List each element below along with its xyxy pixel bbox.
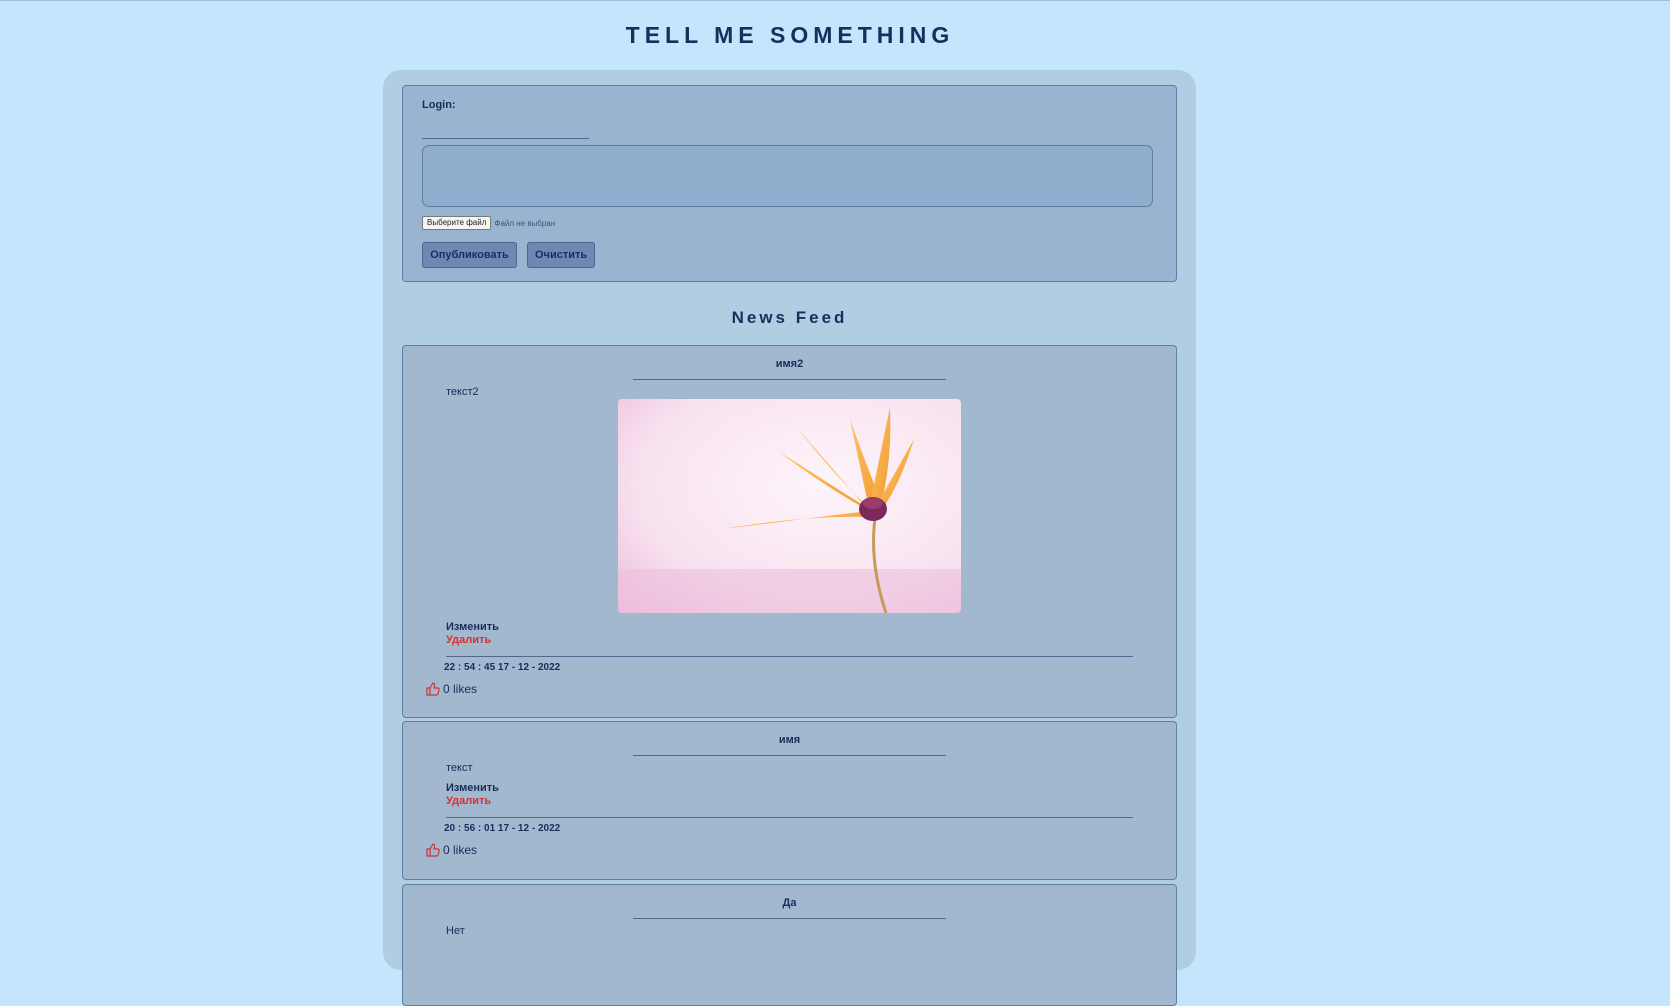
- post-image: [618, 399, 961, 613]
- post-author: имя: [778, 734, 801, 746]
- file-status: Файл не выбран: [494, 218, 556, 228]
- post-text-input[interactable]: [422, 145, 1153, 207]
- site-title: TELL ME SOMETHING: [625, 22, 955, 48]
- clear-button[interactable]: Очистить: [527, 242, 595, 268]
- author-divider: [633, 379, 946, 380]
- main-panel: Login: Выберите файл Файл не выбран Опуб…: [383, 70, 1196, 1006]
- like-count: 0 likes: [443, 682, 478, 696]
- login-input[interactable]: [422, 120, 589, 139]
- post-date: 20 : 56 : 01 17 - 12 - 2022: [444, 823, 561, 834]
- like-row: 0 likes: [425, 842, 477, 858]
- thumbs-up-icon[interactable]: [425, 842, 441, 858]
- date-divider: [446, 656, 1133, 657]
- login-label: Login:: [422, 99, 456, 111]
- post-text: текст: [446, 762, 473, 774]
- post-date: 22 : 54 : 45 17 - 12 - 2022: [444, 662, 561, 673]
- post-author: имя2: [775, 358, 804, 370]
- file-picker: Выберите файл Файл не выбран: [422, 216, 555, 230]
- post-author: Да: [782, 897, 797, 909]
- date-divider: [446, 817, 1133, 818]
- post-text: Нет: [446, 925, 465, 937]
- edit-post-link[interactable]: Изменить: [446, 621, 499, 633]
- post-card: имя2 текст2 Изменить Удалить 22: 54: 4…: [402, 345, 1177, 718]
- post-card: Да Нет: [402, 884, 1177, 1006]
- author-divider: [633, 755, 946, 756]
- post-card: имя текст Изменить Удалить 20 : 56 : 01 …: [402, 721, 1177, 880]
- choose-file-button[interactable]: Выберите файл: [422, 216, 492, 230]
- delete-post-link[interactable]: Удалить: [446, 634, 491, 646]
- author-divider: [633, 918, 946, 919]
- like-row: 0 likes: [425, 681, 477, 697]
- post-text: текст2: [446, 386, 479, 398]
- like-count: 0 likes: [443, 843, 478, 857]
- thumbs-up-icon[interactable]: [425, 681, 441, 697]
- edit-post-link[interactable]: Изменить: [446, 782, 499, 794]
- feed-title: News Feed: [731, 308, 848, 327]
- compose-form: Login: Выберите файл Файл не выбран Опуб…: [402, 85, 1177, 282]
- top-border: [0, 0, 1670, 1]
- delete-post-link[interactable]: Удалить: [446, 795, 491, 807]
- publish-button[interactable]: Опубликовать: [422, 242, 517, 268]
